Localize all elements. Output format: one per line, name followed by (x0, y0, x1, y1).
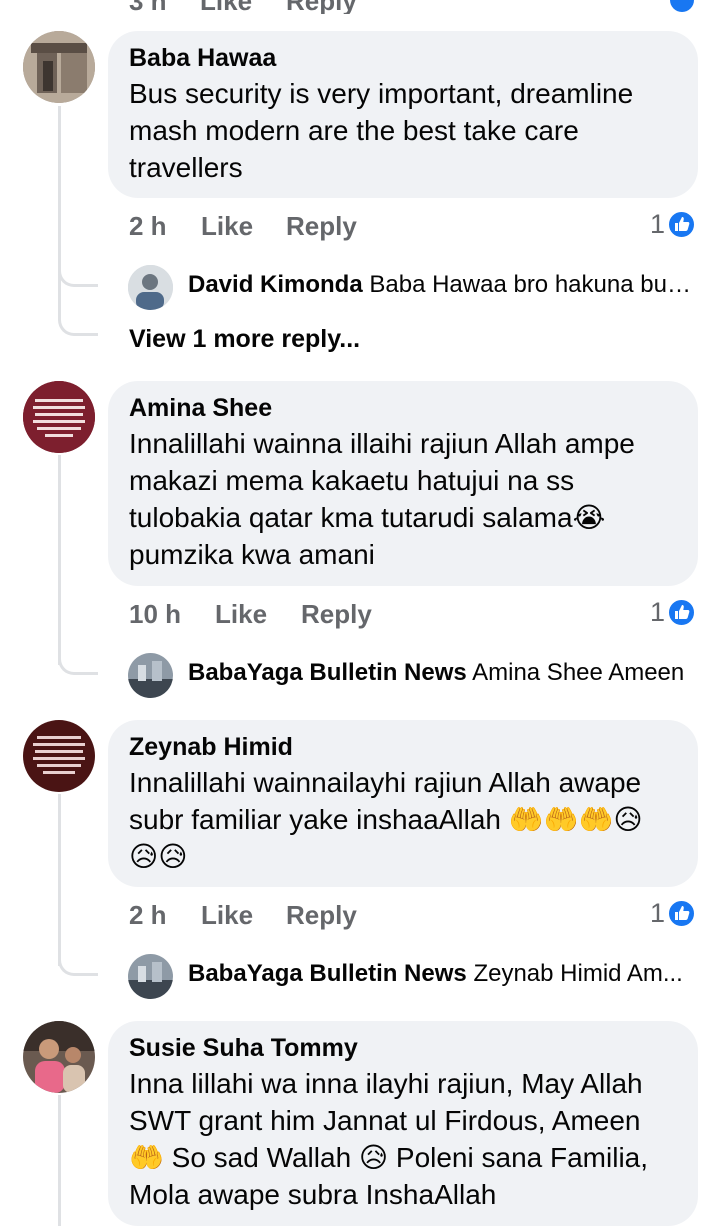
thumbs-up-icon (667, 898, 696, 928)
reaction-summary[interactable]: 1 (650, 597, 696, 627)
comment-text: Inna lillahi wa inna ilayhi rajiun, May … (129, 1068, 649, 1210)
thread-connector (58, 265, 98, 287)
reply-text: BabaYaga Bulletin News Zeynab Himid Am..… (188, 960, 698, 988)
reply-author[interactable]: BabaYaga Bulletin News (188, 960, 467, 987)
reply-avatar[interactable] (128, 653, 173, 698)
comment-author[interactable]: Susie Suha Tommy (129, 1033, 676, 1063)
reply-author[interactable]: BabaYaga Bulletin News (188, 659, 467, 686)
reply-author[interactable]: David Kimonda (188, 271, 363, 298)
reply-avatar[interactable] (128, 265, 173, 310)
comment-time[interactable]: 2 h (129, 209, 167, 243)
reply-preview[interactable]: BabaYaga Bulletin News Amina Shee Ameen (0, 653, 720, 698)
comment-time[interactable]: 2 h (129, 898, 167, 932)
reaction-count: 1 (649, 208, 665, 239)
avatar[interactable] (23, 720, 95, 792)
view-more-replies-link[interactable]: View 1 more reply... (129, 325, 360, 354)
avatar[interactable] (23, 381, 95, 453)
reply-text: David Kimonda Baba Hawaa bro hakuna bus.… (188, 271, 698, 299)
comment-bubble: Susie Suha Tommy Inna lillahi wa inna il… (108, 1021, 698, 1226)
comment-author[interactable]: Baba Hawaa (129, 43, 676, 73)
avatar[interactable] (23, 1021, 95, 1093)
like-button[interactable]: Like (215, 597, 267, 631)
avatar[interactable] (23, 31, 95, 103)
thread-line (58, 794, 61, 966)
prev-reply-button[interactable]: Reply (286, 0, 357, 14)
reply-button[interactable]: Reply (286, 209, 357, 243)
thread-line (58, 455, 61, 665)
reaction-count: 1 (649, 897, 665, 928)
reply-preview[interactable]: BabaYaga Bulletin News Zeynab Himid Am..… (0, 954, 720, 999)
reply-text: BabaYaga Bulletin News Amina Shee Ameen (188, 659, 698, 687)
comment-text: Innalillahi wainnailayhi rajiun Allah aw… (129, 767, 643, 872)
thread-connector (58, 314, 98, 336)
like-reaction-icon (670, 0, 694, 12)
comment-author[interactable]: Amina Shee (129, 393, 676, 423)
thread-connector (58, 653, 98, 675)
comment-author[interactable]: Zeynab Himid (129, 732, 676, 762)
comment-bubble: Zeynab Himid Innalillahi wainnailayhi ra… (108, 720, 698, 887)
previous-comment-actions: 3 h Like Reply (0, 0, 720, 14)
prev-like-button[interactable]: Like (200, 0, 252, 14)
comment-bubble: Amina Shee Innalillahi wainna illaihi ra… (108, 381, 698, 586)
thread-line (58, 1095, 61, 1226)
reply-message: Baba Hawaa bro hakuna bus... (369, 271, 698, 298)
comment-text: Innalillahi wainna illaihi rajiun Allah … (129, 428, 635, 570)
thumbs-up-icon (667, 597, 696, 627)
prev-time: 3 h (129, 0, 167, 14)
reaction-summary[interactable]: 1 (650, 898, 696, 928)
reaction-summary[interactable]: 1 (650, 209, 696, 239)
reply-button[interactable]: Reply (286, 898, 357, 932)
comment-bubble: Baba Hawaa Bus security is very importan… (108, 31, 698, 198)
comment-time[interactable]: 10 h (129, 597, 181, 631)
thumbs-up-icon (667, 209, 696, 239)
like-button[interactable]: Like (201, 209, 253, 243)
reply-avatar[interactable] (128, 954, 173, 999)
reaction-count: 1 (649, 596, 665, 627)
reply-message: Zeynab Himid Am... (473, 960, 683, 987)
reply-preview[interactable]: David Kimonda Baba Hawaa bro hakuna bus.… (0, 265, 720, 310)
thread-connector (58, 954, 98, 976)
reply-button[interactable]: Reply (301, 597, 372, 631)
reply-message: Amina Shee Ameen (472, 659, 685, 686)
comment-text: Bus security is very important, dreamlin… (129, 78, 634, 183)
like-button[interactable]: Like (201, 898, 253, 932)
